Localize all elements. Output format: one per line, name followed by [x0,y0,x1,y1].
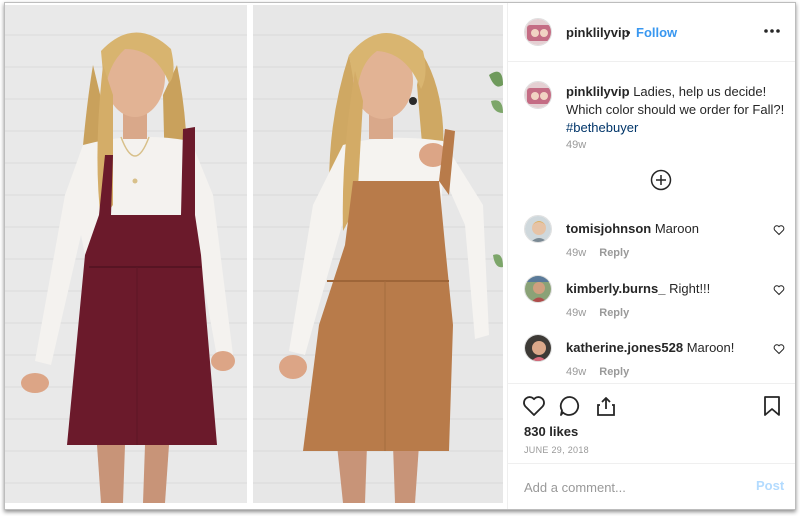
follow-button[interactable]: Follow [636,25,677,40]
reply-button[interactable]: Reply [599,247,629,259]
comment-item: kimberly.burns_ Right!!! 49w Reply [508,275,795,327]
post-date: JUNE 29, 2018 [524,445,589,455]
share-icon[interactable] [594,394,618,418]
comment-item: tomisjohnson Maroon 49w Reply [508,215,795,267]
photo-panel-tan [253,5,503,503]
separator-dot: • [626,25,631,40]
comment-body: Maroon! [686,340,735,355]
comment-item: katherine.jones528 Maroon! 49w Reply [508,334,795,386]
comment-timestamp: 49w [566,366,587,378]
hashtag-link[interactable]: #bethebuyer [566,120,638,135]
caption-username[interactable]: pinklilyvip [566,84,630,99]
avatar[interactable] [524,334,552,362]
more-options-icon[interactable] [762,21,782,41]
comment-meta: 49w Reply [566,247,629,259]
comment-meta: 49w Reply [566,366,629,378]
bookmark-icon[interactable] [760,394,784,418]
caption-text: pinklilyvip Ladies, help us decide! Whic… [566,83,786,137]
reply-button[interactable]: Reply [599,366,629,378]
avatar[interactable] [524,18,552,46]
commenter-avatar-icon [525,276,551,302]
comment-username[interactable]: kimberly.burns_ [566,281,665,296]
heart-icon[interactable] [522,394,546,418]
comment-timestamp: 49w [566,247,587,259]
comment-meta: 49w Reply [566,307,629,319]
plus-circle-icon[interactable] [650,169,672,191]
commenter-avatar-icon [525,335,551,361]
avatar[interactable] [524,81,552,109]
caption-timestamp: 49w [566,139,587,151]
comment-text: tomisjohnson Maroon [566,221,699,236]
post-author-username[interactable]: pinklilyvip [566,25,630,40]
action-bar: 830 likes JUNE 29, 2018 [508,383,795,463]
post-side-panel: pinklilyvip • Follow pinklilyvip Ladies,… [507,3,795,509]
comment-body: Right!!! [669,281,711,296]
profile-picture-icon [525,82,551,108]
avatar[interactable] [524,215,552,243]
comment-body: Maroon [654,221,699,236]
post-photo[interactable] [5,3,507,509]
post-header: pinklilyvip • Follow [508,3,795,62]
post-comment-button[interactable]: Post [756,478,784,493]
add-comment-bar: Post [508,463,795,509]
tan-dress-illustration [253,5,503,503]
comment-bubble-icon[interactable] [558,394,582,418]
comment-text: kimberly.burns_ Right!!! [566,281,710,296]
like-comment-heart-icon[interactable] [773,283,785,296]
profile-picture-icon [525,19,551,45]
like-comment-heart-icon[interactable] [773,223,785,236]
comment-username[interactable]: katherine.jones528 [566,340,683,355]
comment-text: katherine.jones528 Maroon! [566,340,734,355]
comment-username[interactable]: tomisjohnson [566,221,651,236]
avatar[interactable] [524,275,552,303]
comment-timestamp: 49w [566,307,587,319]
maroon-dress-illustration [5,5,247,503]
like-count[interactable]: 830 likes [524,424,578,439]
instagram-post-window: pinklilyvip • Follow pinklilyvip Ladies,… [4,2,796,510]
commenter-avatar-icon [525,216,551,242]
like-comment-heart-icon[interactable] [773,342,785,355]
comment-input[interactable] [524,476,734,498]
reply-button[interactable]: Reply [599,307,629,319]
photo-panel-maroon [5,5,247,503]
